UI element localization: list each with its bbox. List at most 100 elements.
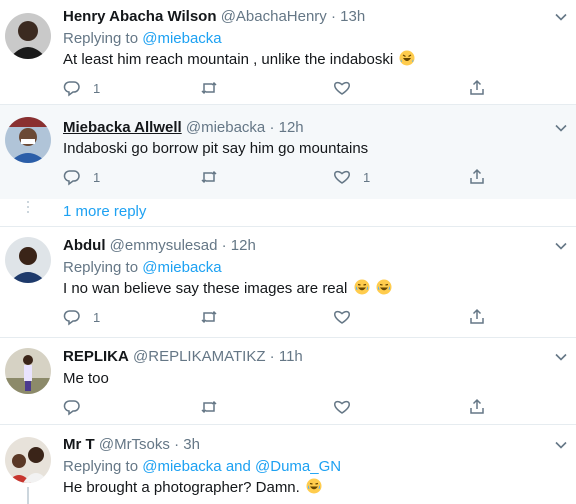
tweet-text: I no wan believe say these images are re… (63, 279, 392, 298)
tweet-actions: 1 1 (63, 167, 493, 187)
reply-icon (63, 81, 80, 97)
reply-icon (63, 400, 80, 416)
share-button[interactable] (468, 78, 486, 98)
like-button[interactable]: 1 (333, 167, 370, 187)
tweet-2[interactable]: Miebacka Allwell @miebacka · 12h Indabos… (0, 105, 576, 199)
replying-prefix: Replying to (63, 259, 139, 276)
like-icon (334, 400, 350, 414)
avatar[interactable] (5, 117, 51, 163)
reply-icon (63, 310, 80, 326)
like-count: 1 (363, 169, 371, 185)
reply-count: 1 (93, 169, 101, 185)
timestamp[interactable]: 3h (183, 436, 200, 453)
like-button[interactable] (333, 397, 363, 417)
retweet-icon (201, 400, 217, 414)
tweet-header: Miebacka Allwell @miebacka · 12h (63, 119, 304, 137)
retweet-button[interactable] (200, 78, 230, 98)
mention-link[interactable]: @miebacka (142, 458, 221, 475)
tweet-text-content: I no wan believe say these images are re… (63, 280, 348, 297)
display-name[interactable]: Mr T (63, 436, 95, 453)
timestamp[interactable]: 12h (231, 237, 256, 254)
avatar[interactable] (5, 13, 51, 59)
retweet-button[interactable] (200, 307, 230, 327)
retweet-icon (201, 170, 217, 184)
tweet-actions (63, 397, 493, 417)
replying-prefix: Replying to (63, 458, 139, 475)
retweet-icon (201, 81, 217, 95)
retweet-button[interactable] (200, 397, 230, 417)
chevron-down-icon[interactable] (554, 10, 568, 24)
timestamp[interactable]: 11h (279, 348, 303, 365)
timestamp[interactable]: 12h (279, 119, 304, 136)
share-button[interactable] (468, 397, 486, 417)
tweet-header: Abdul @emmysulesad · 12h (63, 237, 256, 255)
thread-line (27, 487, 29, 504)
reply-icon (63, 170, 80, 186)
mention-joiner: and (225, 458, 251, 475)
mention-link[interactable]: @miebacka (142, 30, 221, 47)
reply-button[interactable]: 1 (63, 307, 100, 327)
reply-count: 1 (93, 309, 101, 325)
thread-dots (27, 201, 29, 216)
mention-link[interactable]: @miebacka (142, 259, 221, 276)
tweet-4[interactable]: REPLIKA @REPLIKAMATIKZ · 11h Me too (0, 338, 576, 424)
user-handle[interactable]: @REPLIKAMATIKZ (133, 348, 265, 365)
chevron-down-icon[interactable] (554, 350, 568, 364)
tweet-text: Indaboski go borrow pit say him go mount… (63, 140, 369, 157)
timestamp[interactable]: 13h (340, 8, 365, 25)
tweet-actions: 1 (63, 307, 493, 327)
reply-button[interactable] (63, 397, 93, 417)
share-icon (470, 79, 484, 95)
replying-to: Replying to @miebacka (63, 30, 222, 48)
retweet-button[interactable] (200, 167, 230, 187)
tweet-text: At least him reach mountain , unlike the… (63, 50, 415, 69)
like-button[interactable] (333, 78, 363, 98)
mention-link[interactable]: @Duma_GN (255, 458, 341, 475)
share-button[interactable] (468, 307, 486, 327)
show-more-replies-link[interactable]: 1 more reply (63, 203, 146, 220)
reply-count: 1 (93, 80, 101, 96)
chevron-down-icon[interactable] (554, 121, 568, 135)
replying-to: Replying to @miebacka and @Duma_GN (63, 458, 341, 476)
like-icon (334, 81, 350, 95)
tweet-3[interactable]: Abdul @emmysulesad · 12h Replying to @mi… (0, 227, 576, 337)
chevron-down-icon[interactable] (554, 239, 568, 253)
reply-button[interactable]: 1 (63, 167, 100, 187)
user-handle[interactable]: @emmysulesad (110, 237, 218, 254)
tweet-header: Henry Abacha Wilson @AbachaHenry · 13h (63, 8, 365, 26)
share-icon (470, 308, 484, 324)
display-name[interactable]: Miebacka Allwell (63, 119, 182, 136)
replying-prefix: Replying to (63, 30, 139, 47)
display-name[interactable]: Henry Abacha Wilson (63, 8, 217, 25)
user-handle[interactable]: @MrTsoks (99, 436, 170, 453)
tweet-text: Me too (63, 370, 109, 387)
tweet-5[interactable]: Mr T @MrTsoks · 3h Replying to @miebacka… (0, 425, 576, 504)
separator: · (269, 348, 275, 365)
tweet-text-content: At least him reach mountain , unlike the… (63, 51, 394, 68)
joy-emoji-icon (354, 279, 369, 295)
tweet-header: Mr T @MrTsoks · 3h (63, 436, 200, 454)
separator: · (174, 436, 180, 453)
avatar[interactable] (5, 237, 51, 283)
user-handle[interactable]: @AbachaHenry (221, 8, 327, 25)
avatar[interactable] (5, 437, 51, 483)
tweet-text-content: He brought a photographer? Damn. (63, 479, 300, 496)
share-icon (470, 168, 484, 184)
like-icon (334, 170, 350, 184)
separator: · (330, 8, 336, 25)
joy-emoji-icon (306, 478, 322, 494)
like-button[interactable] (333, 307, 363, 327)
avatar[interactable] (5, 348, 51, 394)
retweet-icon (201, 310, 217, 324)
display-name[interactable]: Abdul (63, 237, 106, 254)
reply-button[interactable]: 1 (63, 78, 100, 98)
tweet-1[interactable]: Henry Abacha Wilson @AbachaHenry · 13h R… (0, 0, 576, 104)
tweet-text: He brought a photographer? Damn. (63, 478, 322, 497)
tweet-header: REPLIKA @REPLIKAMATIKZ · 11h (63, 348, 303, 366)
separator: · (221, 237, 227, 254)
user-handle[interactable]: @miebacka (186, 119, 265, 136)
display-name[interactable]: REPLIKA (63, 348, 129, 365)
chevron-down-icon[interactable] (554, 438, 568, 452)
like-icon (334, 310, 350, 324)
share-button[interactable] (468, 167, 486, 187)
